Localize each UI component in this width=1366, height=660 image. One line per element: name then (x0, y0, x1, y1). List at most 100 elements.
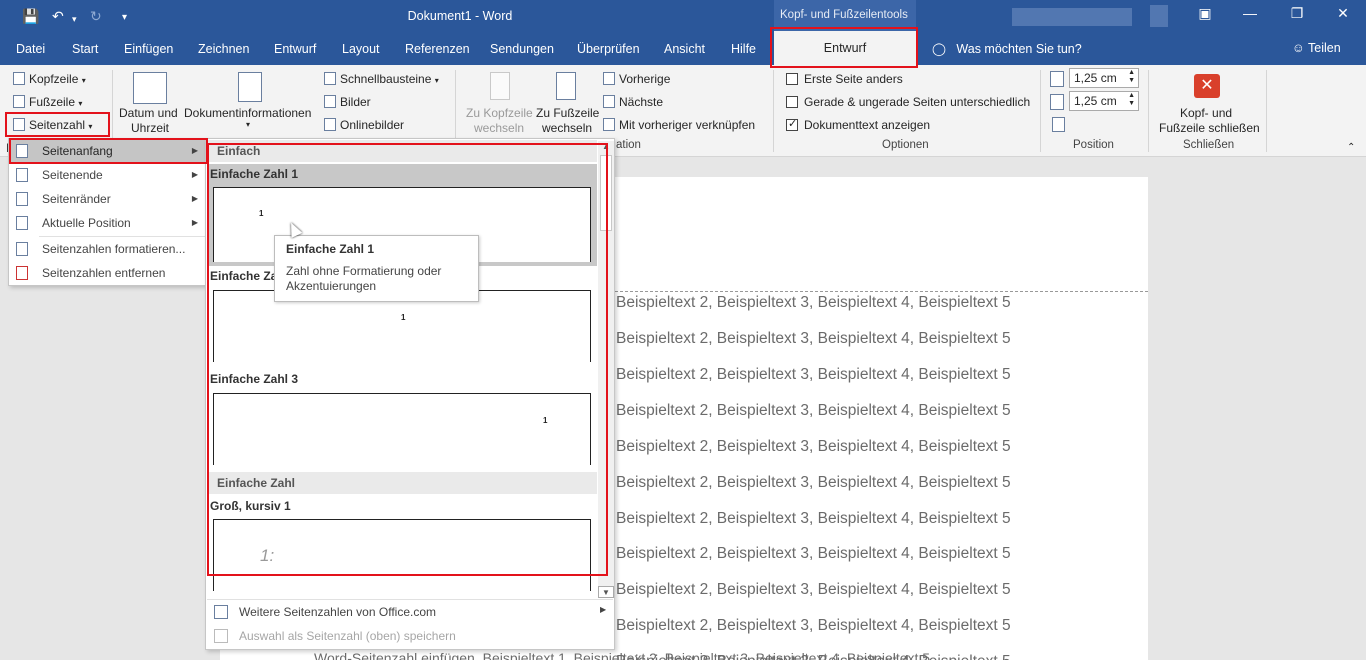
restore-icon[interactable]: ❐ (1282, 5, 1312, 22)
page-number-icon (13, 118, 25, 131)
scroll-up-icon[interactable]: ▲ (598, 141, 614, 153)
gallery-item-gross-kursiv-1[interactable]: 1: (213, 519, 591, 591)
checkbox-dokumenttext[interactable] (786, 117, 798, 131)
gallery-item-title: Einfache Zahl 3 (210, 372, 299, 386)
tab-referenzen[interactable]: Referenzen (405, 42, 470, 56)
seitenzahl-button[interactable]: Seitenzahl ▾ (13, 118, 92, 132)
tab-zeichnen[interactable]: Zeichnen (198, 42, 249, 56)
tab-einfuegen[interactable]: Einfügen (124, 42, 173, 56)
kopfzeile-button[interactable]: Kopfzeile ▾ (13, 72, 86, 86)
tab-start[interactable]: Start (72, 42, 98, 56)
redo-icon: ↻ (90, 8, 102, 24)
page-number-preview: 1 (543, 416, 548, 425)
body-line[interactable]: Beispieltext 2, Beispieltext 3, Beispiel… (616, 330, 1011, 348)
naechste-button[interactable]: Nächste (603, 95, 663, 109)
position-group-label: Position (1073, 139, 1114, 151)
schliessen-group-label: Schließen (1183, 139, 1235, 151)
verknuepfen-button[interactable]: Mit vorheriger verknüpfen (603, 118, 755, 132)
verknuepfen-label: Mit vorheriger verknüpfen (619, 118, 756, 132)
checkbox-gerade-ungerade[interactable] (786, 96, 798, 108)
body-line[interactable]: Beispieltext 2, Beispieltext 3, Beispiel… (616, 366, 1011, 384)
gallery-scrollbar[interactable]: ▲ ▼ (598, 141, 614, 598)
onlinebilder-button[interactable]: Onlinebilder (324, 118, 404, 132)
tab-entwurf-header-footer[interactable]: Entwurf (774, 31, 916, 65)
tab-ueberpruefen[interactable]: Überprüfen (577, 42, 640, 56)
undo-dropdown-icon[interactable]: ▾ (72, 10, 77, 28)
page-bottom-icon (16, 168, 28, 182)
datum-uhrzeit-button[interactable]: Datum und (119, 106, 178, 120)
close-icon[interactable]: ✕ (1328, 5, 1358, 22)
body-line[interactable]: Beispieltext 2, Beispieltext 3, Beispiel… (616, 581, 1011, 599)
menu-item-seitenanfang[interactable]: Seitenanfang ▶ (9, 139, 205, 163)
zu-fusszeile-button[interactable]: Zu Fußzeile (536, 106, 599, 120)
body-line[interactable]: Beispieltext 2, Beispieltext 3, Beispiel… (616, 545, 1011, 563)
submenu-arrow-icon: ▶ (191, 170, 198, 179)
collapse-ribbon-icon[interactable]: ⌃ (1347, 142, 1355, 153)
footer-bottom-value[interactable]: 1,25 cm (1074, 94, 1117, 108)
body-line-partial[interactable]: Word-Seitenzahl einfügen. Beispieltext 1… (314, 650, 930, 660)
divider (1266, 70, 1267, 152)
tab-entwurf-main[interactable]: Entwurf (274, 42, 316, 56)
fusszeile-button[interactable]: Fußzeile ▾ (13, 95, 82, 109)
save-selection-icon (214, 629, 228, 643)
menu-item-aktuelle-position[interactable]: Aktuelle Position ▶ (9, 211, 205, 235)
close-header-footer-button[interactable]: Kopf- und (1180, 106, 1232, 120)
customize-toolbar-icon[interactable]: ▾ (122, 9, 127, 27)
insert-alignment-tab-icon[interactable] (1052, 117, 1069, 133)
minimize-icon[interactable]: — (1235, 5, 1265, 21)
tab-ansicht[interactable]: Ansicht (664, 42, 705, 56)
remove-page-numbers-icon (16, 266, 28, 280)
page-number-preview: 1 (401, 313, 406, 322)
datum-label-1: Datum und (119, 106, 178, 120)
footer-icon (13, 95, 25, 108)
scroll-thumb[interactable] (600, 155, 612, 231)
body-line[interactable]: Beispieltext 2, Beispieltext 3, Beispiel… (616, 402, 1011, 420)
vorherige-button[interactable]: Vorherige (603, 72, 670, 86)
checkbox-erste-seite[interactable] (786, 73, 798, 85)
body-line[interactable]: Beispieltext 2, Beispieltext 3, Beispiel… (616, 474, 1011, 492)
ribbon-options-icon[interactable]: ▣ (1190, 5, 1220, 22)
weitere-seitenzahlen-item[interactable]: Weitere Seitenzahlen von Office.com (239, 605, 436, 619)
aktuelle-position-label: Aktuelle Position (42, 216, 131, 230)
avatar[interactable] (1150, 5, 1168, 27)
option-gerade-ungerade[interactable]: Gerade & ungerade Seiten unterschiedlich (786, 95, 1030, 109)
share-button[interactable]: ☺ Teilen (1292, 41, 1341, 55)
optionen-group-label: Optionen (882, 139, 929, 151)
tab-layout[interactable]: Layout (342, 42, 380, 56)
body-line[interactable]: Beispieltext 2, Beispieltext 3, Beispiel… (616, 438, 1011, 456)
italic-number-preview: 1: (260, 546, 275, 565)
tell-me-search[interactable]: ◯ Was möchten Sie tun? (932, 41, 1082, 56)
zu-fusszeile-label-2: wechseln (542, 121, 593, 135)
tab-sendungen[interactable]: Sendungen (490, 42, 554, 56)
dokinfo-dropdown-icon[interactable]: ▾ (246, 120, 250, 129)
gallery-item-title: Groß, kursiv 1 (210, 499, 291, 513)
schnellbausteine-button[interactable]: Schnellbausteine ▾ (324, 72, 439, 86)
page-top-icon (16, 144, 28, 158)
dokumentinformationen-button[interactable]: Dokumentinformationen (184, 106, 311, 120)
seitenraender-label: Seitenränder (42, 192, 111, 206)
menu-item-seitenraender[interactable]: Seitenränder ▶ (9, 187, 205, 211)
header-top-value[interactable]: 1,25 cm (1074, 71, 1117, 85)
menu-item-entfernen[interactable]: Seitenzahlen entfernen (9, 261, 205, 285)
tab-datei[interactable]: Datei (16, 42, 45, 56)
close-header-footer-icon: ✕ (1194, 74, 1220, 98)
body-line[interactable]: Beispieltext 2, Beispieltext 3, Beispiel… (616, 617, 1011, 635)
body-line[interactable]: Beispieltext 2, Beispieltext 3, Beispiel… (616, 294, 1011, 312)
divider (773, 70, 774, 152)
formatieren-label: Seitenzahlen formatieren... (42, 242, 186, 256)
menu-item-formatieren[interactable]: Seitenzahlen formatieren... (9, 237, 205, 261)
bilder-button[interactable]: Bilder (324, 95, 371, 109)
gallery-item-einfache-zahl-3[interactable]: 1 (213, 393, 591, 465)
tab-hilfe[interactable]: Hilfe (731, 42, 756, 56)
menu-item-seitenende[interactable]: Seitenende ▶ (9, 163, 205, 187)
link-icon (603, 118, 615, 131)
option-erste-seite[interactable]: Erste Seite anders (786, 72, 903, 86)
goto-footer-icon (556, 72, 576, 100)
option-dokumenttext[interactable]: Dokumenttext anzeigen (786, 117, 930, 132)
undo-icon[interactable]: ↶ (52, 7, 64, 25)
save-icon[interactable]: 💾 (22, 7, 39, 25)
header-top-spinner[interactable]: 1,25 cm ▲ ▼ (1069, 68, 1139, 88)
scroll-down-icon[interactable]: ▼ (598, 586, 614, 598)
footer-bottom-spinner[interactable]: 1,25 cm ▲ ▼ (1069, 91, 1139, 111)
body-line[interactable]: Beispieltext 2, Beispieltext 3, Beispiel… (616, 510, 1011, 528)
